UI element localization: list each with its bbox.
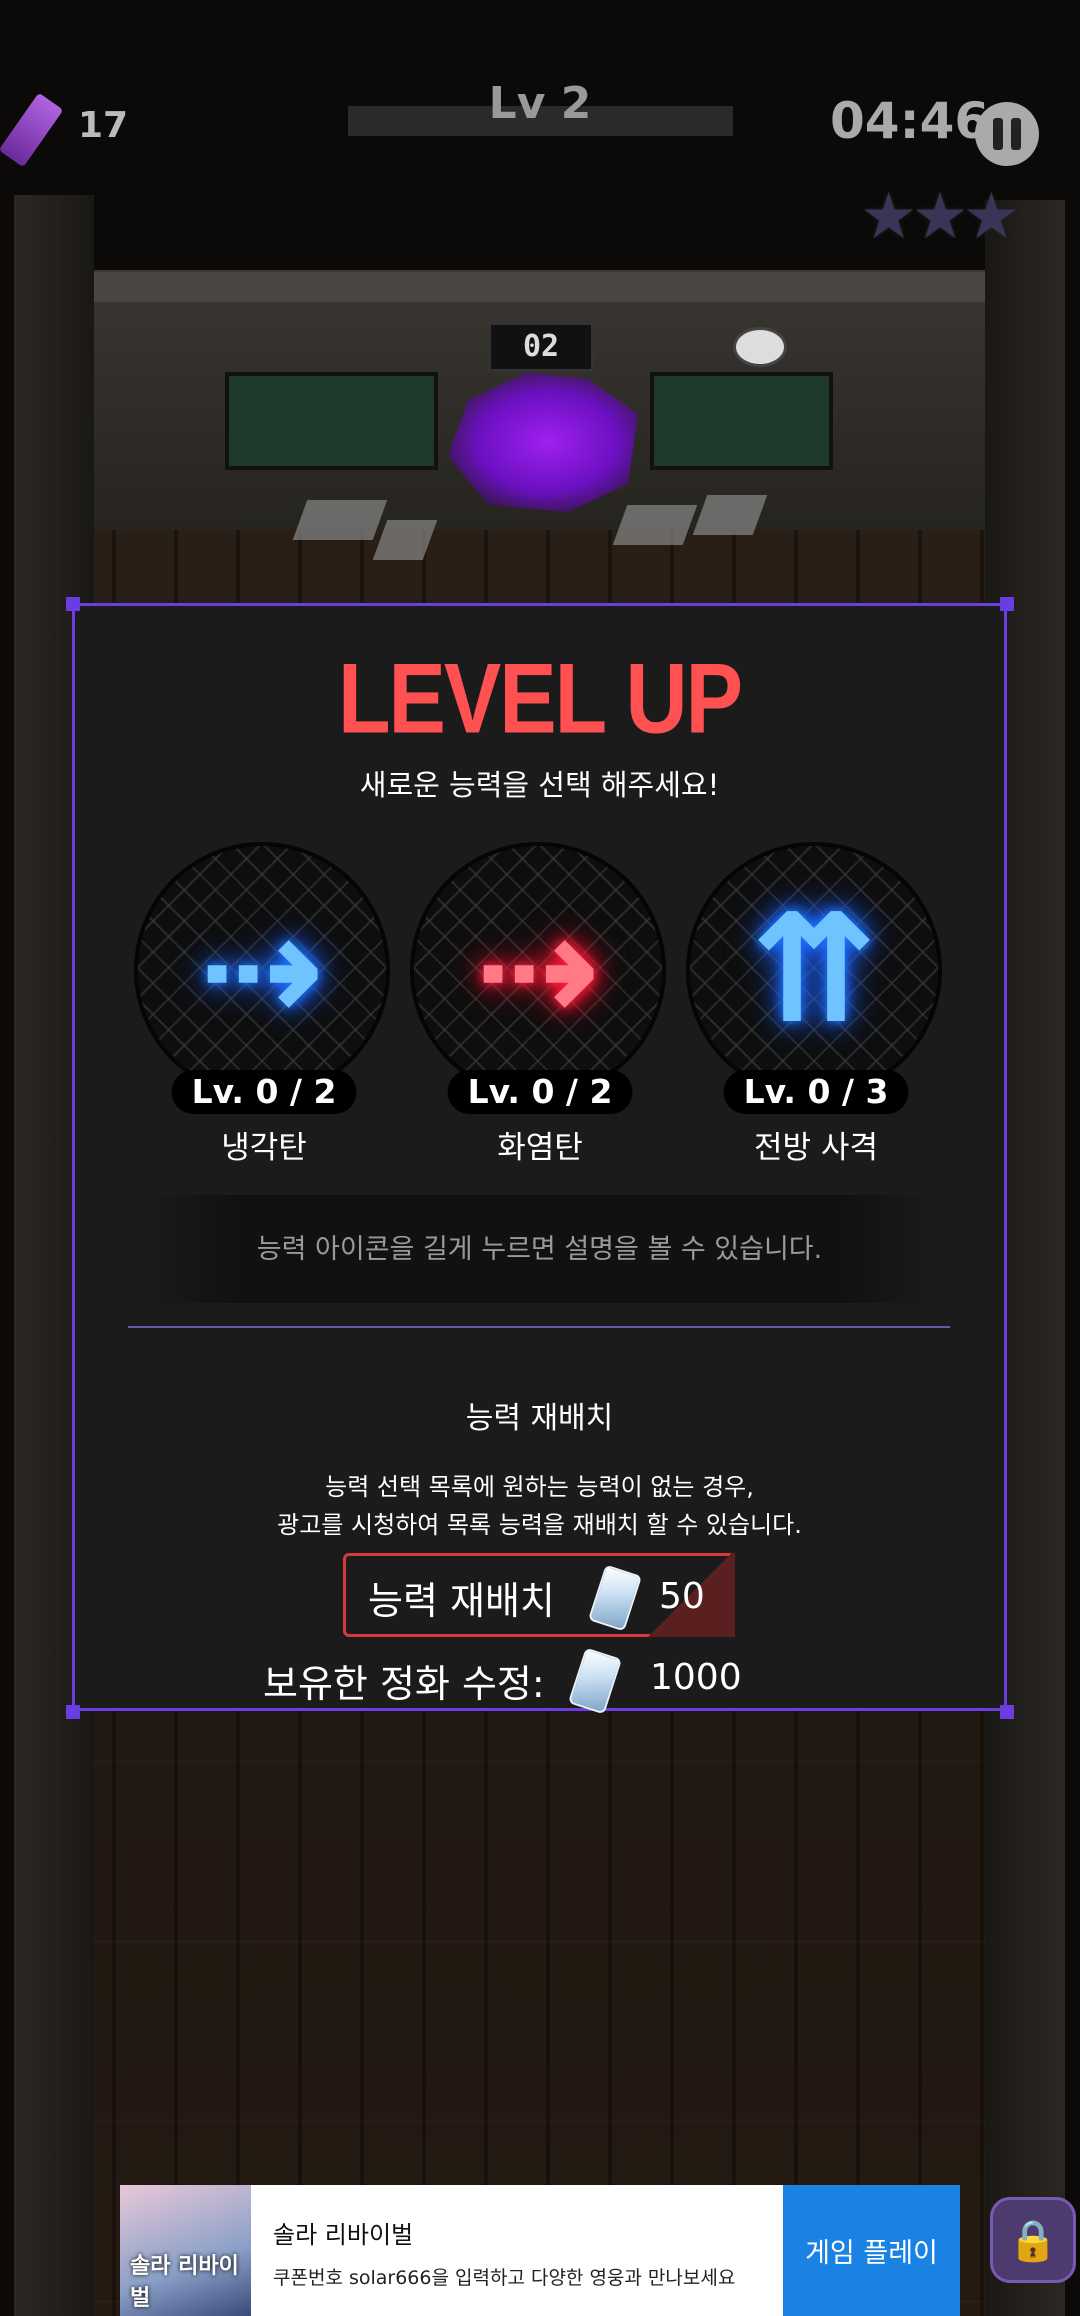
skill-name: 화염탄 [497,1130,583,1166]
skill-name: 전방 사격 [754,1130,878,1166]
skill-name: 냉각탄 [221,1130,307,1166]
panel-corner [66,597,80,611]
skill-level: Lv. 0 / 3 [723,1070,909,1114]
ad-image-logo: 솔라 리바이벌 [130,2254,239,2311]
lock-icon[interactable]: 🔒 [990,2197,1076,2283]
reroll-cost: 50 [659,1576,705,1617]
window-left [225,372,438,470]
rubble [612,505,698,545]
rubble [292,500,388,540]
panel-corner [1000,597,1014,611]
ad-play-button[interactable]: 게임 플레이 [783,2185,960,2316]
reroll-button[interactable]: 능력 재배치 50 [343,1553,735,1637]
skill-icon-frame: ⇢ [410,842,666,1098]
blue-arrow-icon: ⇢ [199,883,325,1057]
reroll-title: 능력 재배치 [465,1401,614,1436]
pause-button[interactable] [975,102,1039,166]
skill-icon-frame: ⇈ [686,842,942,1098]
window-right [650,372,833,470]
reroll-description: 능력 선택 목록에 원하는 능력이 없는 경우, 광고를 시청하여 목록 능력을… [72,1468,1007,1544]
ad-image: 솔라 리바이벌 [120,2185,251,2316]
ad-description: 쿠폰번호 solar666을 입력하고 다양한 영웅과 만나보세요 [273,2267,736,2289]
pause-icon-bar [993,118,1003,150]
skill-option-cooling-shot[interactable]: ⇢ Lv. 0 / 2 냉각탄 [134,842,394,1166]
divider [128,1326,950,1328]
reroll-desc-line: 능력 선택 목록에 원하는 능력이 없는 경우, [325,1473,754,1501]
ad-title: 솔라 리바이벌 [273,2221,414,2249]
wall-clock-icon [733,327,787,367]
level-up-subtitle: 새로운 능력을 선택 해주세요! [359,768,720,802]
pause-icon-bar [1011,118,1021,150]
panel-corner [1000,1705,1014,1719]
stage-stars: ★★★ [860,180,1020,254]
skill-level: Lv. 0 / 2 [171,1070,357,1114]
purify-crystal-icon [587,1564,643,1632]
skill-option-fire-shot[interactable]: ⇢ Lv. 0 / 2 화염탄 [410,842,670,1166]
skill-icon-frame: ⇢ [134,842,390,1098]
long-press-hint: 능력 아이콘을 길게 누르면 설명을 볼 수 있습니다. [256,1234,823,1265]
owned-crystal-label: 보유한 정화 수정: [263,1662,545,1706]
ad-banner[interactable]: 솔라 리바이벌 솔라 리바이벌 쿠폰번호 solar666을 입력하고 다양한 … [120,2185,960,2316]
level-up-title: LEVEL UP [338,643,743,755]
skill-option-forward-shot[interactable]: ⇈ Lv. 0 / 3 전방 사격 [686,842,946,1166]
ceiling-beam [94,272,985,302]
red-arrow-icon: ⇢ [475,883,601,1057]
owned-crystal-value: 1000 [650,1657,742,1698]
door-number-sign: 02 [488,322,594,372]
double-up-arrow-icon: ⇈ [751,883,877,1057]
reroll-button-label: 능력 재배치 [368,1579,555,1623]
timer: 04:46 [830,92,990,150]
panel-corner [66,1705,80,1719]
reroll-desc-line: 광고를 시청하여 목록 능력을 재배치 할 수 있습니다. [277,1511,802,1539]
skill-level: Lv. 0 / 2 [447,1070,633,1114]
